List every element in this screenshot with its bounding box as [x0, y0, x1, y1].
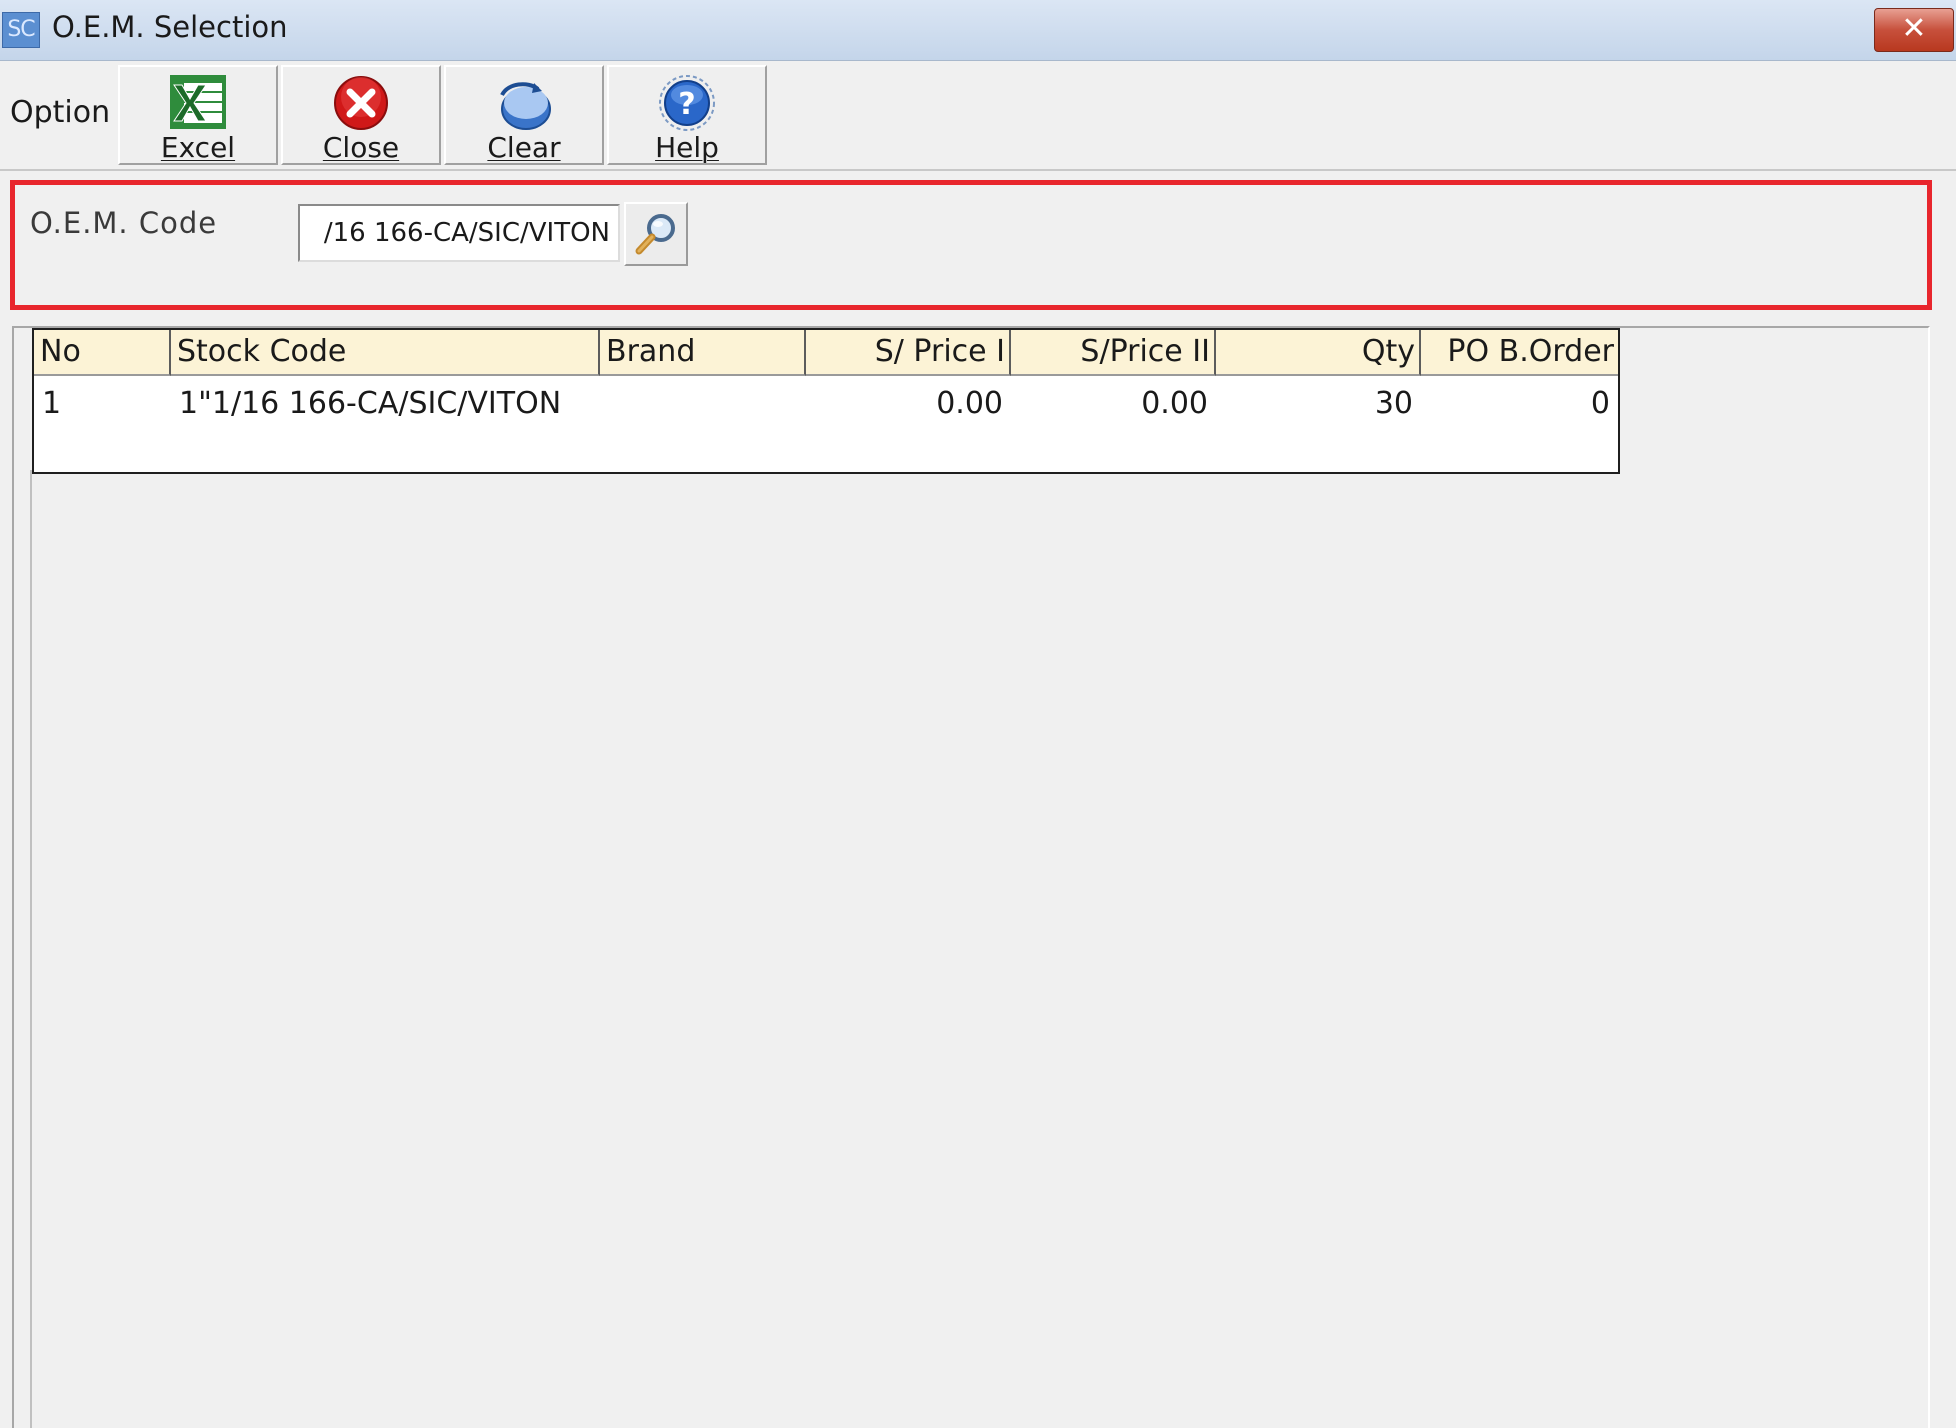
cell-po-border: 0 [1590, 386, 1610, 421]
column-header-price-1[interactable]: S/ Price I [806, 330, 1011, 376]
grid-frame [12, 326, 1930, 1428]
window-title: O.E.M. Selection [52, 10, 288, 44]
excel-button[interactable]: Excel [118, 65, 278, 165]
results-grid[interactable]: No Stock Code Brand S/ Price I S/Price I… [32, 328, 1620, 474]
clear-button[interactable]: Clear [444, 65, 604, 165]
cell-qty: 30 [1374, 386, 1413, 421]
column-header-qty[interactable]: Qty [1216, 330, 1421, 376]
title-bar[interactable]: SC O.E.M. Selection ✕ [0, 0, 1956, 61]
excel-icon [170, 75, 226, 129]
cell-price-2: 0.00 [1141, 386, 1208, 421]
clear-label: Clear [487, 131, 561, 164]
help-label: Help [655, 131, 719, 164]
oem-code-label: O.E.M. Code [30, 206, 218, 240]
magnifier-icon [635, 214, 675, 255]
help-icon: ? [659, 75, 715, 131]
close-button[interactable]: Close [281, 65, 441, 165]
help-button[interactable]: ? Help [607, 65, 767, 165]
cell-no: 1 [42, 386, 62, 421]
grid-divider [30, 470, 32, 1428]
column-header-brand[interactable]: Brand [600, 330, 806, 376]
cell-price-1: 0.00 [936, 386, 1003, 421]
app-icon: SC [2, 12, 40, 48]
oem-lookup-button[interactable] [624, 202, 688, 266]
oem-selection-window: SC O.E.M. Selection ✕ Option Excel Close [0, 0, 1956, 1428]
window-close-button[interactable]: ✕ [1874, 8, 1954, 52]
excel-label: Excel [160, 131, 236, 164]
column-header-stock-code[interactable]: Stock Code [171, 330, 600, 376]
oem-code-input[interactable] [298, 204, 620, 262]
close-label: Close [322, 131, 400, 164]
option-label: Option [10, 95, 111, 130]
cell-stock-code: 1"1/16 166-CA/SIC/VITON [179, 386, 562, 421]
close-circle-icon [334, 76, 388, 130]
column-header-po-border[interactable]: PO B.Order [1421, 330, 1618, 376]
cell-brand [600, 382, 806, 426]
svg-text:?: ? [678, 87, 695, 122]
column-header-price-2[interactable]: S/Price II [1011, 330, 1216, 376]
toolbar: Option Excel Close Clear ? Help [0, 61, 1956, 171]
column-header-no[interactable]: No [34, 330, 171, 376]
clear-icon [500, 82, 551, 130]
